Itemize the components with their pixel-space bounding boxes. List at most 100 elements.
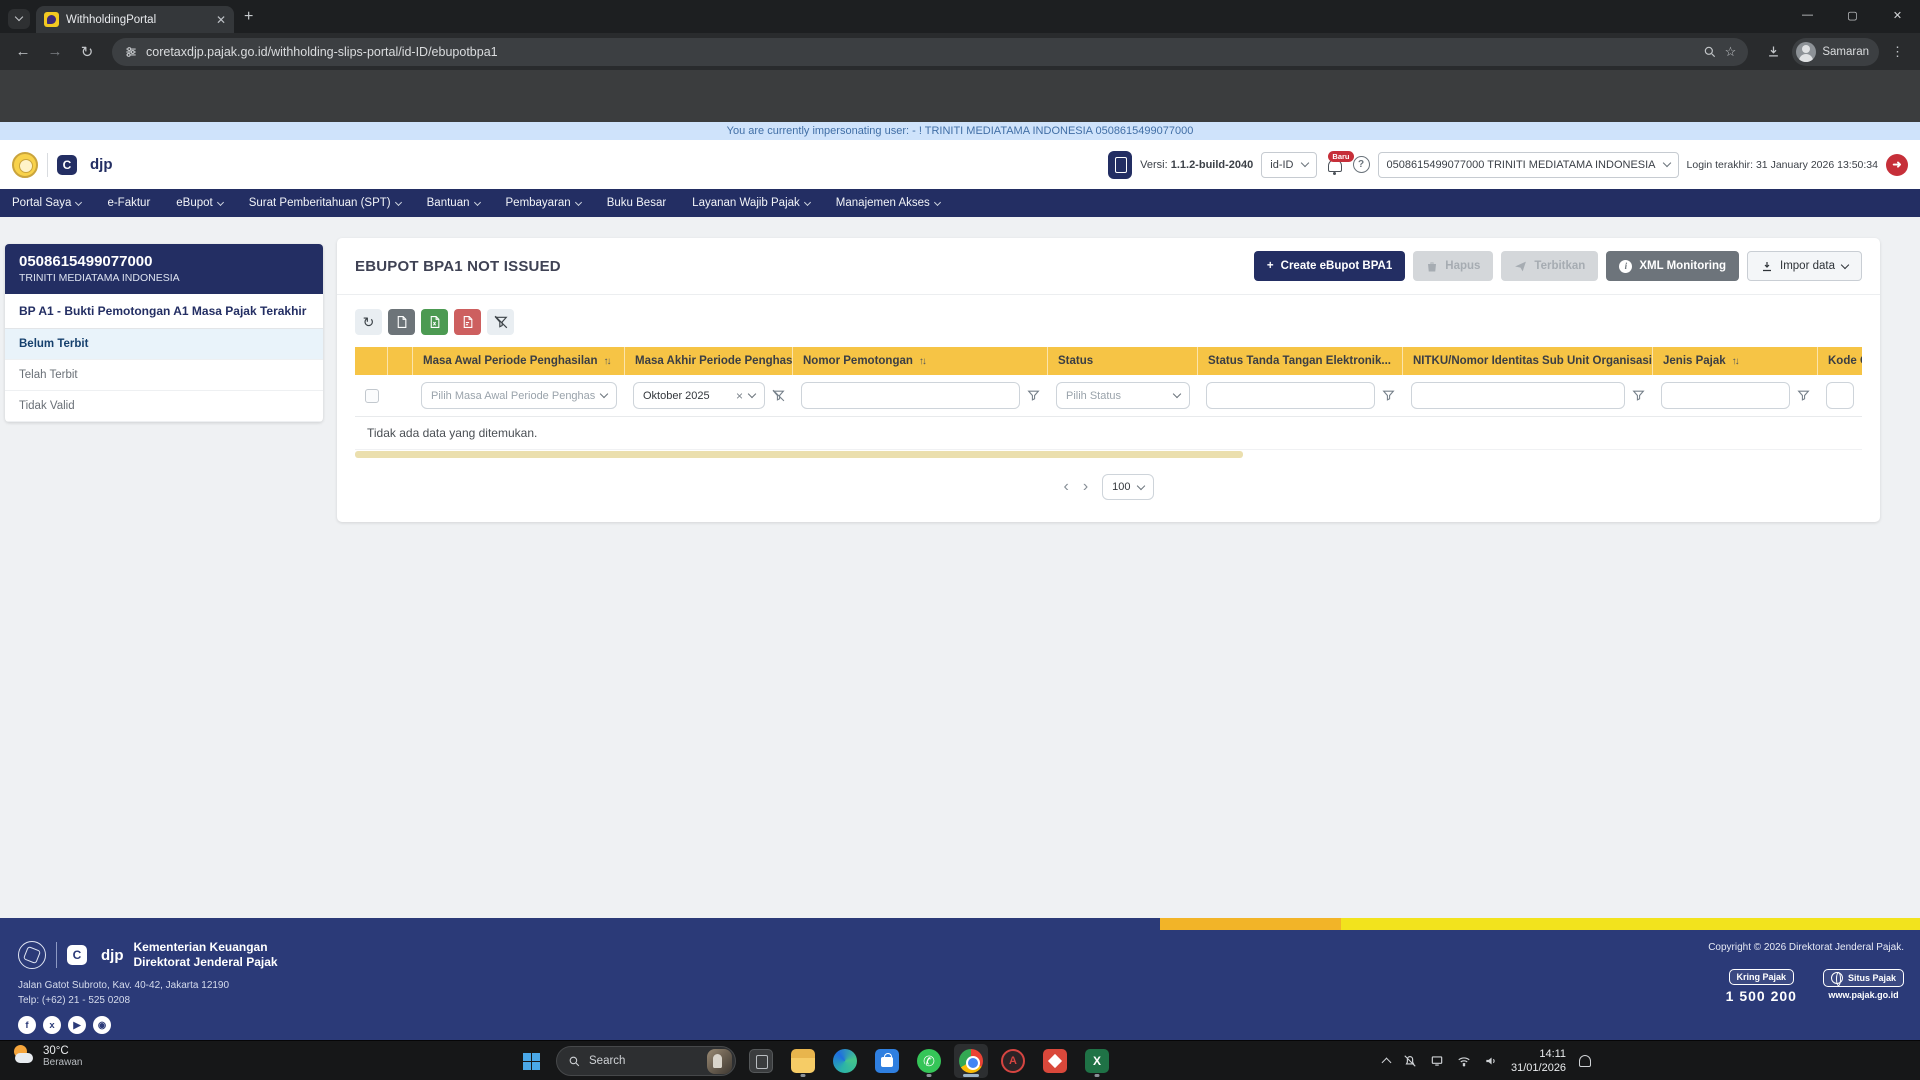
display-icon[interactable]: [1430, 1054, 1444, 1068]
youtube-icon[interactable]: ▶: [68, 1016, 86, 1034]
sidebar-item-tidak-valid[interactable]: Tidak Valid: [5, 391, 323, 422]
help-button[interactable]: ?: [1352, 156, 1370, 173]
language-select[interactable]: id-ID: [1261, 151, 1317, 178]
sidebar-item-telah-terbit[interactable]: Telah Terbit: [5, 360, 323, 391]
lens-search-icon[interactable]: [1703, 45, 1717, 59]
site-settings-icon[interactable]: [124, 45, 138, 59]
nav-item-pembayaran[interactable]: Pembayaran: [506, 197, 582, 209]
filter-status-select[interactable]: Pilih Status: [1056, 382, 1190, 409]
volume-icon[interactable]: [1484, 1054, 1498, 1068]
filter-masa-akhir-select[interactable]: Oktober 2025 ×: [633, 382, 765, 409]
instagram-icon[interactable]: ◉: [93, 1016, 111, 1034]
sort-icon[interactable]: ↑↓: [603, 356, 611, 367]
browser-profile-chip[interactable]: Samaran: [1792, 37, 1879, 66]
taskbar-app-store[interactable]: [870, 1044, 904, 1078]
browser-menu-icon[interactable]: ⋮: [1885, 44, 1910, 60]
taskbar-app-whatsapp[interactable]: [912, 1044, 946, 1078]
export-excel-button[interactable]: [421, 309, 448, 335]
sidebar-item-belum-terbit[interactable]: Belum Terbit: [5, 329, 323, 360]
bookmark-star-icon[interactable]: ☆: [1725, 44, 1737, 60]
nav-item-manajemen-akses[interactable]: Manajemen Akses: [836, 197, 941, 209]
column-header-nitku[interactable]: NITKU/Nomor Identitas Sub Unit Organisas…: [1403, 347, 1653, 375]
column-header-kode-objek[interactable]: Kode Objek Pa: [1818, 347, 1862, 375]
taskbar-app-chrome[interactable]: [954, 1044, 988, 1078]
network-icon[interactable]: [1457, 1054, 1471, 1068]
tray-overflow-button[interactable]: [1381, 1056, 1392, 1068]
impor-data-button[interactable]: Impor data: [1747, 251, 1862, 281]
forward-button[interactable]: →: [42, 39, 68, 65]
nav-item-buku-besar[interactable]: Buku Besar: [607, 197, 666, 209]
facebook-icon[interactable]: f: [18, 1016, 36, 1034]
column-header-status-ttd[interactable]: Status Tanda Tangan Elektronik...: [1198, 347, 1403, 375]
weather-widget[interactable]: 30°C Berawan: [12, 1044, 82, 1068]
page-size-select[interactable]: 100: [1102, 474, 1154, 500]
browser-tab[interactable]: WithholdingPortal ✕: [36, 6, 234, 33]
nav-item-e-faktur[interactable]: e-Faktur: [107, 197, 150, 209]
back-button[interactable]: ←: [10, 39, 36, 65]
filter-masa-awal-select[interactable]: Pilih Masa Awal Periode Penghasilan: [421, 382, 617, 409]
terbitkan-button[interactable]: Terbitkan: [1501, 251, 1599, 281]
window-controls: — ▢ ✕: [1785, 0, 1920, 30]
export-pdf-button[interactable]: [454, 309, 481, 335]
mobile-app-icon[interactable]: [1108, 150, 1133, 179]
tab-close-icon[interactable]: ✕: [216, 13, 226, 27]
xml-monitoring-button[interactable]: i XML Monitoring: [1606, 251, 1740, 281]
filter-kode-objek-input[interactable]: [1826, 382, 1854, 409]
filter-jenis-pajak-input[interactable]: [1661, 382, 1790, 409]
filter-clear-masa-akhir-icon[interactable]: [772, 389, 785, 402]
taskbar-app-red-circle[interactable]: [996, 1044, 1030, 1078]
column-header-nomor-pemotongan[interactable]: Nomor Pemotongan ↑↓: [793, 347, 1048, 375]
taskbar-app-edge[interactable]: [828, 1044, 862, 1078]
filter-funnel-icon[interactable]: [1797, 389, 1810, 402]
nav-item-layanan-wajib-pajak[interactable]: Layanan Wajib Pajak: [692, 197, 811, 209]
column-header-status[interactable]: Status: [1048, 347, 1198, 375]
tab-search-button[interactable]: [8, 8, 30, 29]
taskbar-app-excel[interactable]: [1080, 1044, 1114, 1078]
taskbar-app-file-explorer[interactable]: [786, 1044, 820, 1078]
filter-funnel-icon[interactable]: [1382, 389, 1395, 402]
search-highlight-image[interactable]: [707, 1048, 732, 1074]
downloads-icon[interactable]: [1760, 39, 1786, 65]
clear-icon[interactable]: ×: [736, 389, 743, 403]
reload-button[interactable]: ↻: [74, 39, 100, 65]
logout-button[interactable]: ➜: [1886, 153, 1908, 176]
start-button[interactable]: [514, 1044, 548, 1078]
taskbar-search[interactable]: Search: [556, 1046, 736, 1076]
select-all-checkbox[interactable]: [364, 388, 379, 403]
prev-page-button[interactable]: ‹: [1063, 479, 1068, 495]
minimize-button[interactable]: —: [1785, 0, 1830, 30]
sort-icon[interactable]: ↑↓: [1732, 356, 1740, 367]
new-tab-button[interactable]: +: [244, 8, 253, 26]
notifications-button[interactable]: Baru: [1325, 150, 1354, 177]
nav-item-bantuan[interactable]: Bantuan: [427, 197, 481, 209]
filter-funnel-icon[interactable]: [1632, 389, 1645, 402]
taskbar-clock[interactable]: 14:11 31/01/2026: [1511, 1047, 1566, 1076]
filter-nomor-pemotongan-input[interactable]: [801, 382, 1020, 409]
notification-center-icon[interactable]: [1579, 1055, 1592, 1067]
export-csv-button[interactable]: [388, 309, 415, 335]
filter-status-ttd-input[interactable]: [1206, 382, 1375, 409]
create-ebupot-button[interactable]: + Create eBupot BPA1: [1253, 251, 1406, 281]
next-page-button[interactable]: ›: [1083, 479, 1088, 495]
hapus-button[interactable]: Hapus: [1413, 251, 1494, 281]
column-header-masa-awal[interactable]: Masa Awal Periode Penghasilan ↑↓: [413, 347, 625, 375]
column-header-jenis-pajak[interactable]: Jenis Pajak ↑↓: [1653, 347, 1818, 375]
notifications-off-icon[interactable]: [1403, 1054, 1417, 1068]
url-bar[interactable]: coretaxdjp.pajak.go.id/withholding-slips…: [112, 37, 1749, 66]
nav-item-spt[interactable]: Surat Pemberitahuan (SPT): [249, 197, 402, 209]
maximize-button[interactable]: ▢: [1830, 0, 1875, 30]
horizontal-scrollbar[interactable]: [355, 451, 1243, 458]
filter-nitku-input[interactable]: [1411, 382, 1625, 409]
clear-filters-button[interactable]: [487, 309, 514, 335]
account-select[interactable]: 0508615499077000 TRINITI MEDIATAMA INDON…: [1377, 151, 1679, 178]
nav-item-portal-saya[interactable]: Portal Saya: [12, 197, 83, 209]
sort-icon[interactable]: ↑↓: [919, 356, 927, 367]
x-twitter-icon[interactable]: x: [43, 1016, 61, 1034]
close-button[interactable]: ✕: [1875, 0, 1920, 30]
nav-item-ebupot[interactable]: eBupot: [176, 197, 224, 209]
filter-funnel-icon[interactable]: [1027, 389, 1040, 402]
refresh-button[interactable]: ↻: [355, 309, 382, 335]
taskbar-app-red-square[interactable]: [1038, 1044, 1072, 1078]
column-header-masa-akhir[interactable]: Masa Akhir Periode Penghasilan...: [625, 347, 793, 375]
taskbar-app-dark[interactable]: [744, 1044, 778, 1078]
